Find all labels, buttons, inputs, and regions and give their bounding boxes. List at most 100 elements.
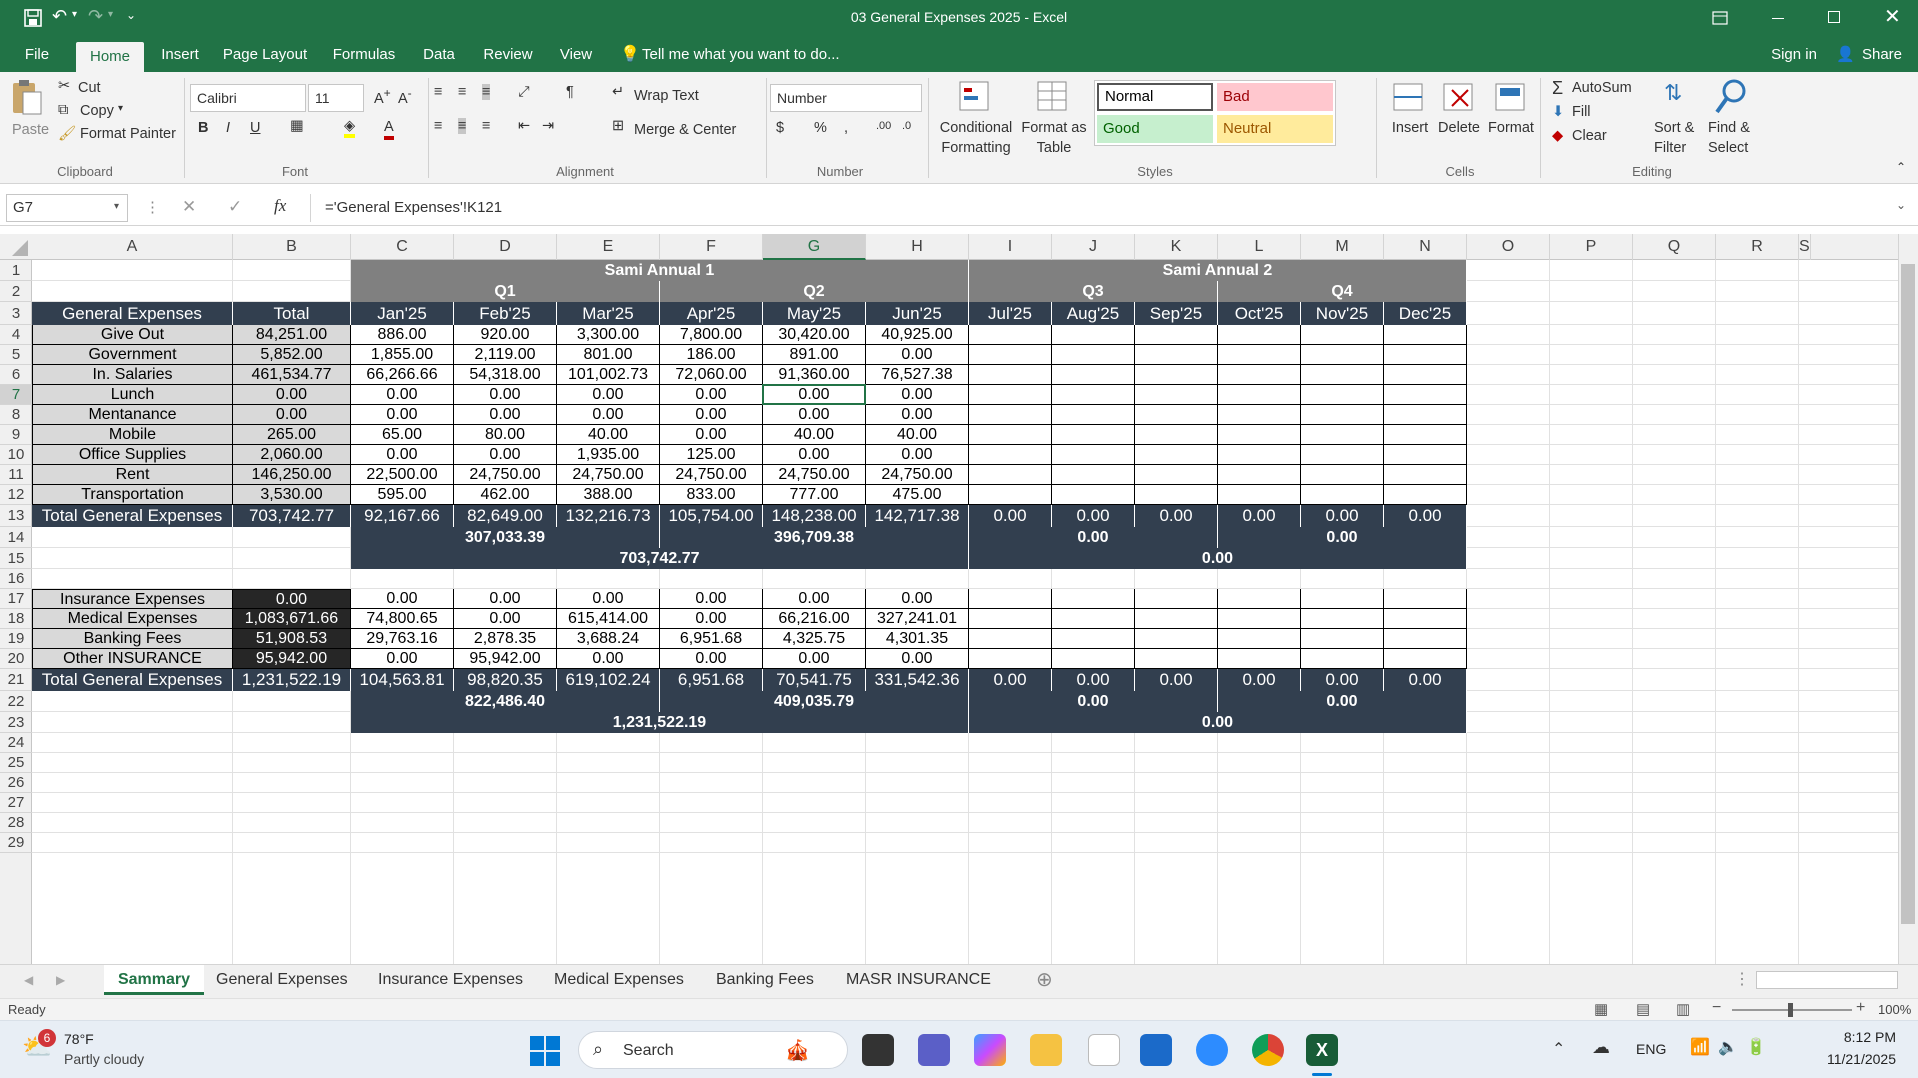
empty-cell[interactable] [1052,405,1135,425]
data-cell[interactable]: 1,855.00 [351,345,454,365]
sheet-tab-sammary[interactable]: Sammary [104,965,204,995]
paste-icon[interactable] [10,78,44,118]
clock-time[interactable]: 8:12 PM [1796,1029,1896,1045]
row-label[interactable]: Banking Fees [32,629,233,649]
file-explorer-icon[interactable] [1030,1034,1062,1066]
empty-cell[interactable] [1218,345,1301,365]
row-header-24[interactable]: 24 [0,733,32,753]
column-title[interactable]: Dec'25 [1384,302,1467,325]
data-cell[interactable]: 76,527.38 [866,365,969,385]
column-header-e[interactable]: E [557,234,660,260]
data-cell[interactable]: 2,060.00 [233,445,351,465]
empty-cell[interactable] [1301,465,1384,485]
empty-cell[interactable] [1052,325,1135,345]
weather-condition[interactable]: Partly cloudy [64,1051,144,1067]
volume-icon[interactable]: 🔈 [1718,1037,1738,1057]
minimize-button[interactable] [1772,18,1784,19]
column-header-o[interactable]: O [1467,234,1550,260]
column-header-n[interactable]: N [1384,234,1467,260]
column-header-h[interactable]: H [866,234,969,260]
data-cell[interactable]: 388.00 [557,485,660,505]
total-cell[interactable]: 619,102.24 [557,669,660,691]
half-total[interactable]: 0.00 [969,712,1467,733]
data-cell[interactable]: 891.00 [763,345,866,365]
name-box[interactable]: G7 [6,194,128,222]
row-header-2[interactable]: 2 [0,281,32,302]
total-cell[interactable]: 0.00 [969,505,1052,527]
empty-cell[interactable] [1301,425,1384,445]
fill-button[interactable]: Fill [1572,104,1591,120]
excel-taskbar-icon[interactable]: X [1306,1034,1338,1066]
data-cell[interactable]: 920.00 [454,325,557,345]
format-painter-button[interactable]: Format Painter [80,126,176,142]
data-cell[interactable]: 3,530.00 [233,485,351,505]
notepad-icon[interactable] [1088,1034,1120,1066]
empty-cell[interactable] [969,365,1052,385]
decrease-font-icon[interactable]: A- [398,86,412,107]
row-header-16[interactable]: 16 [0,569,32,589]
tab-home[interactable]: Home [76,42,144,72]
percent-icon[interactable]: % [814,120,827,136]
tab-review[interactable]: Review [476,36,540,72]
tab-file[interactable]: File [12,36,62,72]
empty-cell[interactable] [969,425,1052,445]
scroll-right-icon[interactable]: ▶ [56,965,65,995]
align-middle-icon[interactable]: ≡ [458,84,466,100]
half-total[interactable]: 0.00 [969,548,1467,569]
quarter-total[interactable]: 396,709.38 [660,527,969,548]
empty-cell[interactable] [1052,385,1135,405]
battery-icon[interactable]: 🔋 [1746,1037,1766,1057]
total-cell[interactable]: 0.00 [1218,669,1301,691]
total-cell[interactable]: 98,820.35 [454,669,557,691]
data-cell[interactable]: 40.00 [866,425,969,445]
quarter-header-q2[interactable]: Q2 [660,281,969,302]
row-header-10[interactable]: 10 [0,445,32,465]
quarter-total[interactable]: 0.00 [1218,691,1467,712]
data-cell[interactable]: 461,534.77 [233,365,351,385]
data-cell[interactable]: 0.00 [351,649,454,669]
currency-icon[interactable]: $ [776,120,784,136]
total-cell[interactable]: 70,541.75 [763,669,866,691]
data-cell[interactable]: 125.00 [660,445,763,465]
data-cell[interactable]: 0.00 [866,649,969,669]
total-cell[interactable]: 331,542.36 [866,669,969,691]
row-label[interactable]: Mentanance [32,405,233,425]
column-header-d[interactable]: D [454,234,557,260]
formula-input[interactable]: ='General Expenses'!K121 [310,194,1910,222]
task-view-icon[interactable] [862,1034,894,1066]
empty-cell[interactable] [1301,325,1384,345]
empty-cell[interactable] [1052,589,1135,609]
number-format-select[interactable]: Number [770,84,922,112]
column-title[interactable]: Apr'25 [660,302,763,325]
sheet-tab-masr-insurance[interactable]: MASR INSURANCE [846,965,991,995]
half-total[interactable]: 1,231,522.19 [351,712,969,733]
row-header-1[interactable]: 1 [0,260,32,281]
row-label[interactable]: Rent [32,465,233,485]
quarter-header-q4[interactable]: Q4 [1218,281,1467,302]
data-cell[interactable]: 0.00 [866,445,969,465]
total-cell[interactable]: 132,216.73 [557,505,660,527]
column-header-f[interactable]: F [660,234,763,260]
data-cell[interactable]: 146,250.00 [233,465,351,485]
column-title[interactable]: Jun'25 [866,302,969,325]
empty-cell[interactable] [1135,445,1218,465]
empty-cell[interactable] [1301,445,1384,465]
data-cell[interactable]: 80.00 [454,425,557,445]
empty-cell[interactable] [1218,445,1301,465]
zoom-app-icon[interactable] [1196,1034,1228,1066]
row-header-14[interactable]: 14 [0,527,32,548]
data-cell[interactable]: 886.00 [351,325,454,345]
collapse-ribbon-icon[interactable]: ⌃ [1896,160,1906,174]
total-cell[interactable]: 92,167.66 [351,505,454,527]
data-cell[interactable]: 5,852.00 [233,345,351,365]
format-as-table-label1[interactable]: Format as [1020,120,1088,136]
data-cell[interactable]: 595.00 [351,485,454,505]
data-cell[interactable]: 1,935.00 [557,445,660,465]
empty-cell[interactable] [969,325,1052,345]
decrease-decimal-icon[interactable]: .0 [902,120,911,132]
data-cell[interactable]: 40,925.00 [866,325,969,345]
style-neutral[interactable]: Neutral [1217,115,1333,143]
empty-cell[interactable] [1052,465,1135,485]
data-cell[interactable]: 0.00 [454,609,557,629]
row-header-29[interactable]: 29 [0,833,32,853]
